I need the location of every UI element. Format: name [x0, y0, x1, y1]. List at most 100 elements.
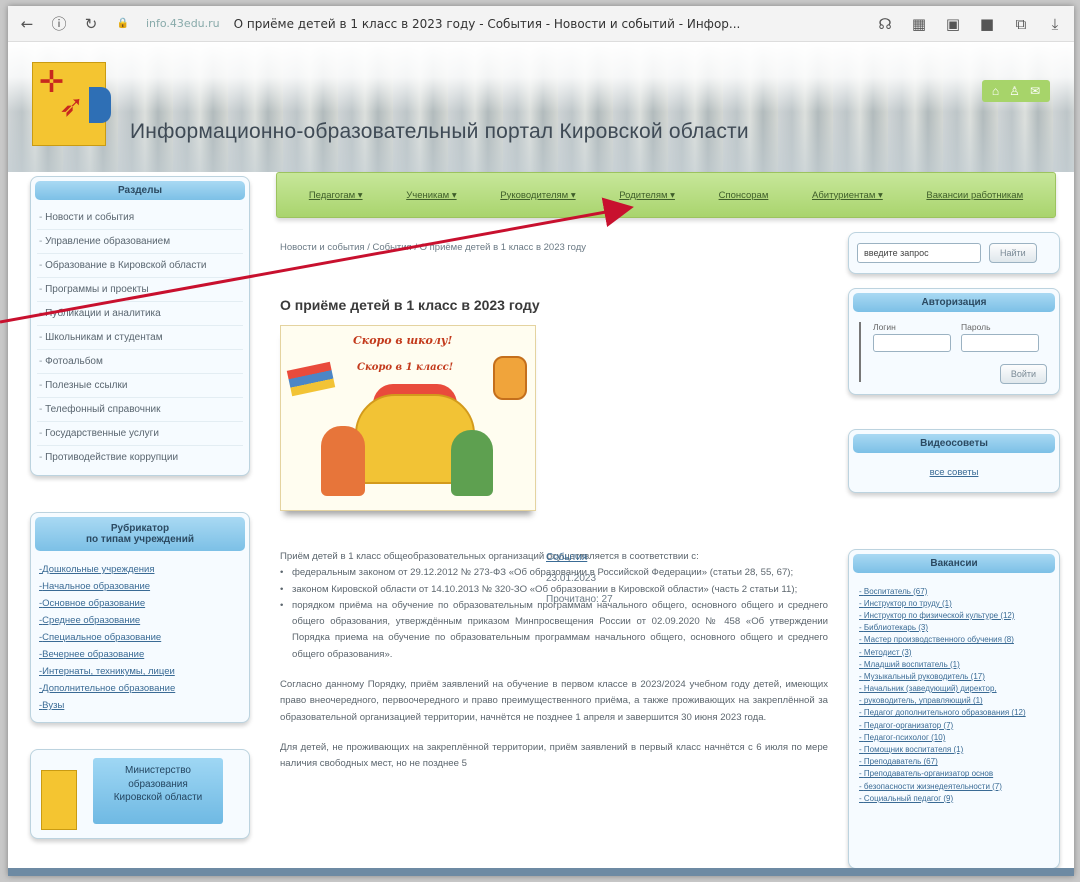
right-sidebar: Найти Авторизация Логин Пароль Войти Вид… — [848, 232, 1060, 869]
vacancy-item[interactable]: Мастер производственного обучения (8) — [859, 634, 1051, 646]
sidebar-item[interactable]: Новости и события — [37, 206, 243, 230]
child-illustration-right — [451, 430, 493, 496]
vacancy-item[interactable]: Младший воспитатель (1) — [859, 658, 1051, 670]
article-bullet: законом Кировской области от 14.10.2013 … — [280, 582, 828, 599]
login-input[interactable] — [873, 334, 951, 352]
schoolbag-illustration — [493, 356, 527, 400]
info-icon[interactable]: ⓘ — [50, 13, 68, 34]
reload-icon[interactable]: ↻ — [82, 15, 100, 33]
vacancy-item[interactable]: безопасности жизнедеятельности (7) — [859, 780, 1051, 792]
bookmark-icon[interactable]: ■ — [978, 15, 996, 33]
vacancy-item[interactable]: Преподаватель-организатор основ — [859, 768, 1051, 780]
breadcrumb[interactable]: Новости и события / События / О приёме д… — [280, 242, 828, 253]
hero-caption-2: Скоро в 1 класс! — [357, 362, 454, 373]
article-hero-image: Скоро в школу! Скоро в 1 класс! — [280, 325, 536, 511]
vacancy-item[interactable]: руководитель, управляющий (1) — [859, 695, 1051, 707]
vacancy-item[interactable]: Музыкальный руководитель (17) — [859, 670, 1051, 682]
user-icon[interactable]: ♙ — [1009, 84, 1020, 98]
address-bar-url[interactable]: info.43edu.ru — [146, 17, 220, 30]
all-advice-link[interactable]: все советы — [849, 467, 1059, 478]
browser-toolbar: ← ⓘ ↻ 🔒 info.43edu.ru О приёме детей в 1… — [8, 6, 1074, 42]
vacancy-item[interactable]: Методист (3) — [859, 646, 1051, 658]
sidebar-item[interactable]: Публикации и аналитика — [37, 302, 243, 326]
vacancy-item[interactable]: Педагог-организатор (7) — [859, 719, 1051, 731]
page-tab-title: О приёме детей в 1 класс в 2023 году - С… — [233, 16, 741, 31]
rubricator-item[interactable]: Дополнительное образование — [39, 680, 241, 697]
mail-icon[interactable]: ✉ — [1030, 84, 1040, 98]
sidebar-item[interactable]: Школьникам и студентам — [37, 326, 243, 350]
sections-panel: Разделы Новости и событияУправление обра… — [30, 176, 250, 476]
topnav-item[interactable]: Родителям ▾ — [619, 190, 675, 201]
article-paragraph-3: Для детей, не проживающих на закреплённо… — [280, 741, 828, 770]
vacancy-item[interactable]: Начальник (заведующий) директор, — [859, 683, 1051, 695]
article-bullets: федеральным законом от 29.12.2012 № 273-… — [280, 565, 828, 663]
rubricator-item[interactable]: Основное образование — [39, 595, 241, 612]
reader-icon[interactable]: ☊ — [876, 15, 894, 33]
child-illustration-left — [321, 426, 365, 496]
vacancy-item[interactable]: Социальный педагог (9) — [859, 792, 1051, 804]
sidebar-item[interactable]: Противодействие коррупции — [37, 446, 243, 469]
tabs-icon[interactable]: ⧉ — [1012, 15, 1030, 33]
password-field-group: Пароль — [961, 322, 1039, 352]
back-arrow-icon[interactable]: ← — [18, 15, 36, 33]
vacancies-panel: Вакансии Воспитатель (67)Инструктор по т… — [848, 549, 1060, 869]
vacancy-item[interactable]: Инструктор по труду (1) — [859, 597, 1051, 609]
rubricator-item[interactable]: Среднее образование — [39, 612, 241, 629]
rubricator-item[interactable]: Специальное образование — [39, 629, 241, 646]
region-emblem-logo[interactable]: ✛ ➶ — [32, 62, 111, 146]
ministry-line2: образования — [128, 778, 188, 790]
top-navigation: Педагогам ▾ Ученикам ▾ Руководителям ▾ Роди… — [276, 172, 1056, 218]
search-input[interactable] — [857, 243, 981, 263]
sidebar-item[interactable]: Фотоальбом — [37, 350, 243, 374]
vacancy-item[interactable]: Педагог-психолог (10) — [859, 731, 1051, 743]
browser-window: ← ⓘ ↻ 🔒 info.43edu.ru О приёме детей в 1… — [8, 6, 1074, 876]
password-label: Пароль — [961, 322, 991, 332]
vacancies-heading: Вакансии — [853, 554, 1055, 573]
extension-icon[interactable]: ▣ — [944, 15, 962, 33]
rubricator-heading-line2: по типам учреждений — [86, 534, 194, 545]
login-field-group: Логин — [873, 322, 951, 352]
sidebar-item[interactable]: Управление образованием — [37, 230, 243, 254]
topnav-item[interactable]: Ученикам ▾ — [406, 190, 456, 201]
auth-form: Логин Пароль — [849, 316, 1059, 382]
top-icons-bar: ⌂ ♙ ✉ — [981, 80, 1050, 102]
vacancy-item[interactable]: Педагог дополнительного образования (12) — [859, 707, 1051, 719]
sidebar-item[interactable]: Программы и проекты — [37, 278, 243, 302]
vacancy-item[interactable]: Помощник воспитателя (1) — [859, 743, 1051, 755]
login-button[interactable]: Войти — [999, 364, 1047, 384]
rubricator-item[interactable]: Интернаты, техникумы, лицеи — [39, 663, 241, 680]
rubricator-item[interactable]: Дошкольные учреждения — [39, 561, 241, 578]
topnav-item[interactable]: Абитуриентам ▾ — [812, 190, 883, 201]
left-sidebar: Разделы Новости и событияУправление обра… — [30, 176, 250, 839]
sections-menu: Новости и событияУправление образованием… — [31, 204, 249, 475]
password-input[interactable] — [961, 334, 1039, 352]
home-icon[interactable]: ⌂ — [992, 84, 999, 98]
article-header-block: Скоро в школу! Скоро в 1 класс! События … — [280, 325, 828, 605]
rubricator-item[interactable]: Начальное образование — [39, 578, 241, 595]
article-body: Приём детей в 1 класс общеобразовательны… — [280, 549, 828, 773]
vacancy-item[interactable]: Библиотекарь (3) — [859, 622, 1051, 634]
site-title[interactable]: Информационно-образовательный портал Кир… — [130, 120, 749, 144]
sections-heading: Разделы — [35, 181, 245, 200]
lock-icon: 🔒 — [116, 18, 130, 29]
taskbar-strip — [8, 868, 1074, 876]
topnav-item[interactable]: Руководителям ▾ — [500, 190, 575, 201]
rubricator-item[interactable]: Вечернее образование — [39, 646, 241, 663]
topnav-item[interactable]: Педагогам ▾ — [309, 190, 363, 201]
vacancies-list: Воспитатель (67)Инструктор по труду (1)И… — [849, 577, 1059, 804]
vacancy-item[interactable]: Преподаватель (67) — [859, 756, 1051, 768]
download-icon[interactable]: ⤓ — [1046, 15, 1064, 33]
ministry-text: Министерство образования Кировской облас… — [93, 758, 223, 824]
rubricator-item[interactable]: Вузы — [39, 697, 241, 714]
vacancy-item[interactable]: Воспитатель (67) — [859, 585, 1051, 597]
topnav-item[interactable]: Вакансии работникам — [926, 190, 1023, 201]
sidebar-item[interactable]: Полезные ссылки — [37, 374, 243, 398]
sidebar-item[interactable]: Телефонный справочник — [37, 398, 243, 422]
search-button[interactable]: Найти — [989, 243, 1037, 263]
vacancy-item[interactable]: Инструктор по физической культуре (12) — [859, 609, 1051, 621]
topnav-item[interactable]: Спонсорам — [719, 190, 769, 201]
sidebar-item[interactable]: Образование в Кировской области — [37, 254, 243, 278]
ministry-banner[interactable]: Министерство образования Кировской облас… — [30, 749, 250, 839]
sidebar-item[interactable]: Государственные услуги — [37, 422, 243, 446]
grid-icon[interactable]: ▦ — [910, 15, 928, 33]
